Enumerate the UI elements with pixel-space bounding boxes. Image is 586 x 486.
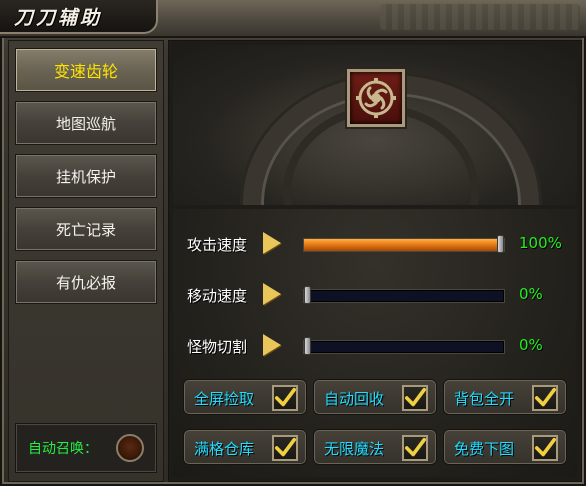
sidebar-item-label: 地图巡航 [55, 114, 116, 133]
sidebar: 变速齿轮 地图巡航 挂机保护 死亡记录 有仇必报 自动召唤： [8, 40, 164, 482]
arrow-right-icon [263, 334, 281, 356]
sidebar-item-label: 有仇必报 [55, 273, 116, 292]
slider-value: 0% [519, 285, 543, 303]
option-label: 满格仓库 [194, 440, 255, 458]
option-fullscreen-pickup[interactable]: 全屏捡取 [183, 379, 307, 415]
title-bar: 刀刀辅助 [0, 0, 586, 38]
sidebar-item-label: 挂机保护 [55, 167, 116, 186]
gear-icon-box [347, 69, 405, 127]
slider-row-monster-cut: 怪物切割 0% [187, 331, 567, 361]
attack-speed-slider[interactable] [303, 235, 505, 253]
option-auto-recycle[interactable]: 自动回收 [313, 379, 437, 415]
checkmark-icon [404, 387, 426, 407]
option-full-warehouse[interactable]: 满格仓库 [183, 429, 307, 465]
checkbox[interactable] [272, 435, 298, 461]
slider-thumb[interactable] [497, 235, 504, 253]
slider-value: 0% [519, 336, 543, 354]
checkmark-icon [274, 387, 296, 407]
sidebar-item-death-log[interactable]: 死亡记录 [15, 207, 157, 251]
monster-cut-slider[interactable] [303, 337, 505, 355]
auto-summon-toggle[interactable] [116, 434, 144, 462]
sidebar-item-map-patrol[interactable]: 地图巡航 [15, 101, 157, 145]
top-ornament [380, 4, 580, 30]
option-label: 全屏捡取 [194, 390, 255, 408]
title-plate: 刀刀辅助 [0, 0, 158, 34]
settings-area: 攻击速度 100% 移动速度 0% 怪物切割 0% 全屏捡取 自动回收 背包全开… [173, 209, 577, 477]
auto-summon-label: 自动召唤： [28, 441, 98, 457]
main-panel: 攻击速度 100% 移动速度 0% 怪物切割 0% 全屏捡取 自动回收 背包全开… [168, 40, 582, 482]
move-speed-slider[interactable] [303, 286, 505, 304]
checkbox[interactable] [532, 385, 558, 411]
sidebar-item-label: 变速齿轮 [53, 62, 118, 81]
slider-thumb[interactable] [304, 286, 311, 304]
option-label: 无限魔法 [324, 440, 385, 458]
checkbox[interactable] [532, 435, 558, 461]
checkmark-icon [274, 437, 296, 457]
sidebar-item-speed-gear[interactable]: 变速齿轮 [15, 48, 157, 92]
slider-thumb[interactable] [304, 337, 311, 355]
option-label: 免费下图 [454, 440, 515, 458]
checkbox[interactable] [402, 435, 428, 461]
checkmark-icon [404, 437, 426, 457]
slider-row-move-speed: 移动速度 0% [187, 280, 567, 310]
checkbox[interactable] [402, 385, 428, 411]
checkbox[interactable] [272, 385, 298, 411]
sidebar-item-revenge[interactable]: 有仇必报 [15, 260, 157, 304]
slider-label: 移动速度 [187, 287, 248, 305]
checkmark-icon [534, 437, 556, 457]
slider-label: 怪物切割 [187, 338, 248, 356]
option-label: 背包全开 [454, 390, 515, 408]
slider-label: 攻击速度 [187, 236, 248, 254]
arrow-right-icon [263, 232, 281, 254]
option-free-map[interactable]: 免费下图 [443, 429, 567, 465]
option-label: 自动回收 [324, 390, 385, 408]
option-infinite-magic[interactable]: 无限魔法 [313, 429, 437, 465]
emblem-area [173, 45, 577, 205]
sidebar-item-label: 死亡记录 [55, 220, 116, 239]
option-bag-full-open[interactable]: 背包全开 [443, 379, 567, 415]
auto-summon-panel: 自动召唤： [15, 423, 157, 473]
window-title: 刀刀辅助 [14, 6, 103, 29]
gear-icon [356, 78, 396, 118]
checkmark-icon [534, 387, 556, 407]
sidebar-item-afk-protect[interactable]: 挂机保护 [15, 154, 157, 198]
slider-row-attack-speed: 攻击速度 100% [187, 229, 567, 259]
arrow-right-icon [263, 283, 281, 305]
slider-fill [304, 239, 504, 251]
slider-value: 100% [519, 234, 562, 252]
